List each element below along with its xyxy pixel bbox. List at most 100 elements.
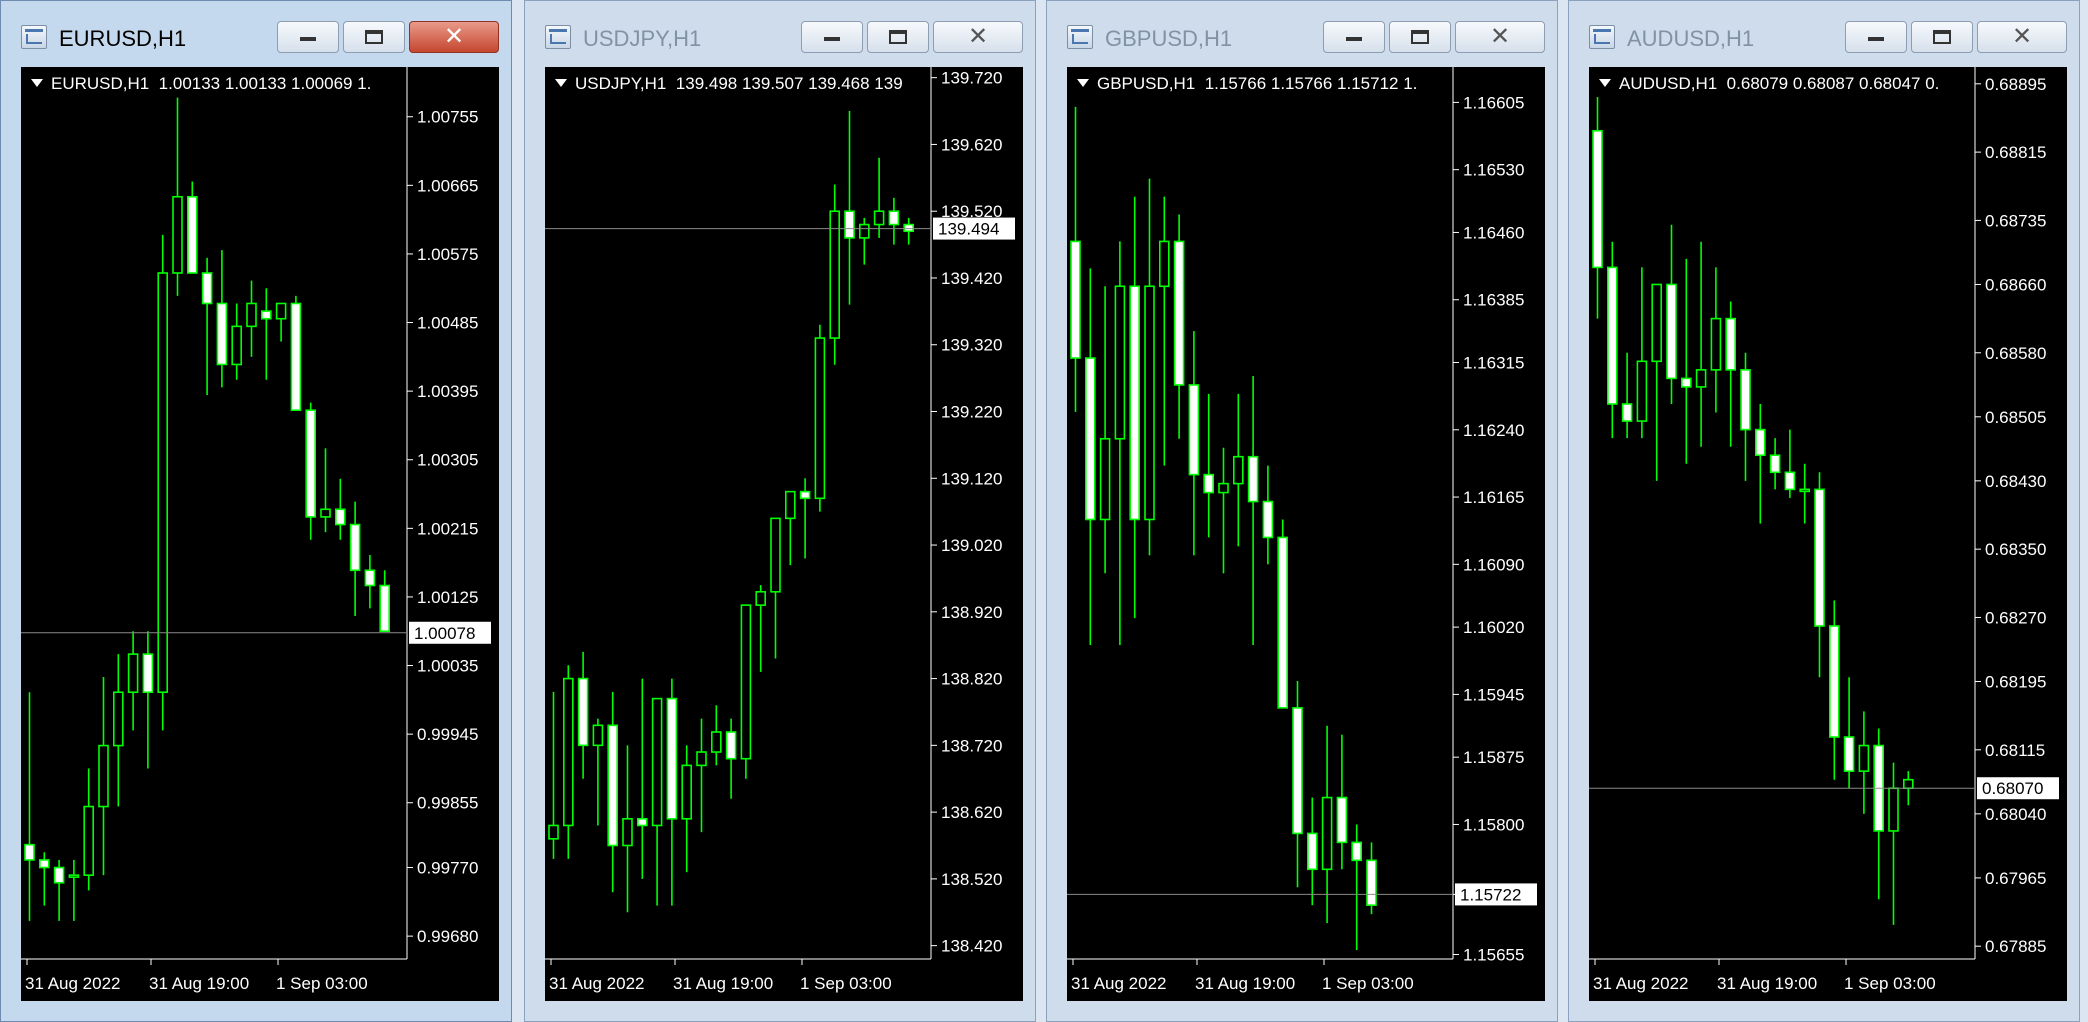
maximize-button[interactable] <box>867 21 929 53</box>
y-tick-label: 1.16315 <box>1463 354 1524 373</box>
minimize-button[interactable] <box>1845 21 1907 53</box>
chart-window-audusd[interactable]: AUDUSD,H1 ✕ 0.68895 0.68815 0.68735 0.68660… <box>1568 0 2080 1022</box>
chart-window-icon <box>1067 25 1093 49</box>
candle-bear <box>1592 129 1603 269</box>
chart-window-eurusd[interactable]: EURUSD,H1 ✕ 1.00755 1.00665 1.00575 1.00485… <box>0 0 512 1022</box>
chart-header-info: EURUSD,H1 1.00133 1.00133 1.00069 1. <box>51 74 371 93</box>
y-tick-label: 0.99770 <box>417 859 478 878</box>
chart-window-gbpusd[interactable]: GBPUSD,H1 ✕ 1.16605 1.16530 1.16460 1.16385… <box>1046 0 1558 1022</box>
y-tick-label: 1.00485 <box>417 314 478 333</box>
y-tick-label: 0.68350 <box>1985 540 2046 559</box>
y-tick-label: 0.99855 <box>417 794 478 813</box>
candle-bear <box>1247 455 1259 503</box>
chart-window-icon <box>1589 25 1615 49</box>
x-tick-label: 1 Sep 03:00 <box>1844 974 1936 993</box>
close-button[interactable]: ✕ <box>409 21 499 53</box>
minimize-button[interactable] <box>277 21 339 53</box>
candle-bear <box>1843 736 1855 772</box>
price-chart[interactable]: 1.16605 1.16530 1.16460 1.16385 1.16315 1.162… <box>1067 67 1545 1001</box>
candle-bull <box>755 590 766 606</box>
close-button[interactable]: ✕ <box>1455 21 1545 53</box>
candle-bear <box>1292 707 1303 835</box>
maximize-button[interactable] <box>343 21 405 53</box>
y-tick-label: 0.68430 <box>1985 472 2046 491</box>
chart-area[interactable]: 0.68895 0.68815 0.68735 0.68660 0.68580 0.685… <box>1589 67 2067 1001</box>
window-titlebar[interactable]: AUDUSD,H1 ✕ <box>1569 1 2079 59</box>
candle-bear <box>1725 317 1736 371</box>
chart-area[interactable]: 1.16605 1.16530 1.16460 1.16385 1.16315 1.162… <box>1067 67 1545 1001</box>
candle-bull <box>1218 482 1229 494</box>
chart-area[interactable]: 139.720 139.620 139.520 139.420 139.320 139.2… <box>545 67 1023 1001</box>
minimize-icon <box>1868 37 1884 41</box>
candle-bull <box>1858 744 1870 772</box>
close-icon: ✕ <box>444 22 465 50</box>
close-icon: ✕ <box>968 22 989 50</box>
y-tick-label: 138.920 <box>941 603 1002 622</box>
window-titlebar[interactable]: USDJPY,H1 ✕ <box>525 1 1035 59</box>
price-chart[interactable]: 139.720139.620139.520139.420139.320139.2… <box>545 67 1023 1001</box>
candle-bull <box>740 604 752 760</box>
candle-bear <box>1784 471 1796 491</box>
candle-bear <box>1173 240 1185 386</box>
candle-bull <box>127 653 139 694</box>
close-button[interactable]: ✕ <box>933 21 1023 53</box>
y-tick-label: 0.68815 <box>1985 143 2046 162</box>
window-title: GBPUSD,H1 <box>1105 26 1233 51</box>
candle-bull <box>98 744 109 808</box>
y-tick-label: 1.00665 <box>417 176 478 195</box>
minimize-icon <box>824 37 840 41</box>
candle-bear <box>379 584 391 633</box>
maximize-button[interactable] <box>1911 21 1973 53</box>
y-tick-label: 1.15945 <box>1463 685 1524 704</box>
candle-bull <box>858 223 870 239</box>
candle-bear <box>53 866 65 884</box>
maximize-icon <box>889 30 907 44</box>
y-tick-label: 138.820 <box>941 670 1002 689</box>
chart-window-icon <box>21 25 47 49</box>
candle-bear <box>666 697 678 820</box>
candle-bear <box>1084 357 1096 521</box>
price-chart[interactable]: 0.68895 0.68815 0.68735 0.68660 0.68580 0.685… <box>1589 67 2067 1001</box>
candle-bull <box>1710 317 1722 371</box>
y-tick-label: 1.00395 <box>417 382 478 401</box>
y-tick-label: 1.15655 <box>1463 946 1524 965</box>
y-tick-label: 0.68505 <box>1985 408 2046 427</box>
minimize-button[interactable] <box>1323 21 1385 53</box>
candle-bear <box>1769 454 1781 474</box>
candle-bear <box>577 677 589 747</box>
candle-bear <box>1307 832 1318 871</box>
minimize-button[interactable] <box>801 21 863 53</box>
maximize-button[interactable] <box>1389 21 1451 53</box>
current-price-label: 1.00078 <box>414 624 475 643</box>
candle-bull <box>785 490 796 520</box>
close-button[interactable]: ✕ <box>1977 21 2067 53</box>
candle-bull <box>231 325 242 366</box>
candle-bull <box>157 272 168 694</box>
chart-area[interactable]: 1.00755 1.00665 1.00575 1.00485 1.00395 1.003… <box>21 67 499 1001</box>
y-tick-label: 0.68040 <box>1985 805 2046 824</box>
candle-bear <box>187 195 198 274</box>
candle-bull <box>1099 437 1111 521</box>
window-titlebar[interactable]: GBPUSD,H1 ✕ <box>1047 1 1557 59</box>
y-tick-label: 138.420 <box>941 937 1002 956</box>
window-title: AUDUSD,H1 <box>1627 26 1755 51</box>
x-tick-label: 1 Sep 03:00 <box>276 974 368 993</box>
y-tick-label: 1.16460 <box>1463 223 1524 242</box>
candle-bull <box>873 210 885 226</box>
x-tick-label: 1 Sep 03:00 <box>1322 974 1414 993</box>
chart-header-info: USDJPY,H1 139.498 139.507 139.468 139 <box>575 74 903 93</box>
y-tick-label: 138.520 <box>941 870 1002 889</box>
window-titlebar[interactable]: EURUSD,H1 ✕ <box>1 1 511 59</box>
x-tick-label: 31 Aug 2022 <box>1071 974 1166 993</box>
chart-window-usdjpy[interactable]: USDJPY,H1 ✕ 139.720 139.620 139.520 139.420… <box>524 0 1036 1022</box>
current-price-label: 1.15722 <box>1460 885 1521 904</box>
candle-bull <box>770 517 781 593</box>
price-chart[interactable]: 1.00755 1.00665 1.00575 1.00485 1.00395 1.003… <box>21 67 499 1001</box>
chart-window-icon <box>545 25 571 49</box>
y-tick-label: 1.00575 <box>417 245 478 264</box>
candle-bear <box>1262 500 1274 539</box>
candle-bear <box>201 272 213 305</box>
candle-bear <box>607 724 619 847</box>
candle-bear <box>1366 859 1377 906</box>
y-tick-label: 1.16530 <box>1463 161 1524 180</box>
